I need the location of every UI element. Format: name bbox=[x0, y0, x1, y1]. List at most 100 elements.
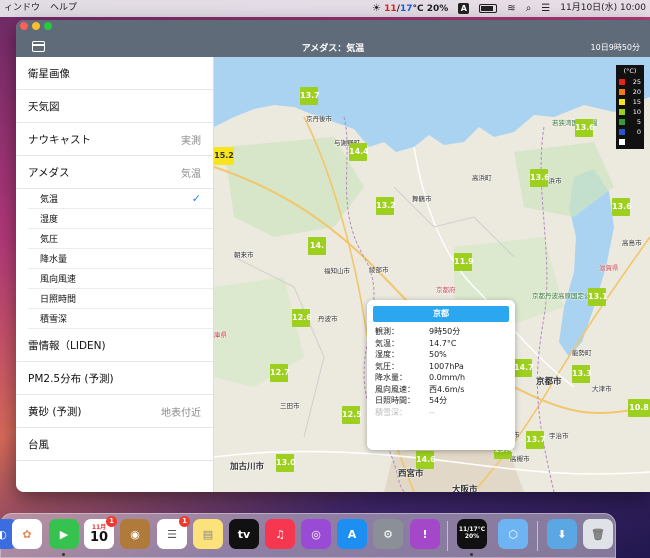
menu-window[interactable]: ィンドウ bbox=[4, 0, 40, 17]
temp-marker[interactable]: 14. bbox=[308, 237, 326, 255]
minimize-icon[interactable] bbox=[32, 22, 40, 30]
sub-item-label: 積雪深 bbox=[40, 315, 68, 325]
popup-key: 積雪深： bbox=[375, 407, 407, 417]
map-view[interactable]: 京丹後市 与謝野町 舞鶴市 若狭湾国定公園 高浜町 小浜市 朝来市 福知山市 綾… bbox=[214, 57, 650, 492]
legend-swatch bbox=[619, 139, 625, 145]
weather-icon: ☀ bbox=[372, 2, 381, 14]
facetime-icon[interactable]: ▶ bbox=[49, 519, 79, 549]
menu-bar: ィンドウ ヘルプ ☀ 11/17°C 20% A ≋ ⌕ ☰ 11月10日(水)… bbox=[0, 0, 650, 17]
temp-marker[interactable]: 15.2 bbox=[214, 147, 234, 165]
temp-marker[interactable]: 13.7 bbox=[300, 87, 320, 105]
temp-marker[interactable]: 13.7 bbox=[526, 431, 546, 449]
sidebar-item-weather-map[interactable]: 天気図 bbox=[16, 90, 213, 123]
place-label: 大津市 bbox=[592, 385, 612, 393]
sub-item-label: 湿度 bbox=[40, 215, 59, 225]
legend-entry bbox=[619, 137, 641, 147]
temp-marker[interactable]: 12.5 bbox=[342, 406, 362, 424]
sub-item-snow[interactable]: 積雪深 bbox=[28, 309, 213, 329]
temp-marker[interactable]: 13.2 bbox=[376, 197, 396, 215]
sub-item-humidity[interactable]: 湿度 bbox=[28, 209, 213, 229]
weather-high: 11 bbox=[384, 3, 397, 14]
temp-marker[interactable]: 13.3 bbox=[572, 365, 592, 383]
close-icon[interactable] bbox=[20, 22, 28, 30]
temp-marker[interactable]: 13.6 bbox=[575, 119, 595, 137]
legend-value: 5 bbox=[636, 118, 641, 126]
sub-item-temperature[interactable]: 気温 ✓ bbox=[28, 189, 213, 209]
popup-key: 日照時間： bbox=[375, 396, 415, 406]
temp-marker[interactable]: 14.7 bbox=[514, 359, 534, 377]
sidebar-item-amedas[interactable]: アメダス 気温 bbox=[16, 156, 213, 189]
legend-swatch bbox=[619, 79, 625, 85]
running-indicator bbox=[62, 553, 65, 556]
search-icon[interactable]: ⌕ bbox=[526, 0, 532, 17]
menu-help[interactable]: ヘルプ bbox=[50, 0, 77, 17]
zoom-icon[interactable] bbox=[44, 22, 52, 30]
sidebar-item-label: アメダス bbox=[28, 166, 70, 179]
place-label: 京丹後市 bbox=[306, 115, 332, 123]
sidebar-item-yellow-sand[interactable]: 黄砂 (予測) 地表付近 bbox=[16, 395, 213, 428]
sidebar-item-label: 黄砂 (予測) bbox=[28, 405, 82, 418]
feedback-icon[interactable]: ! bbox=[410, 519, 440, 549]
menubar-weather[interactable]: ☀ 11/17°C 20% bbox=[372, 0, 448, 18]
popup-key: 風向風速： bbox=[375, 384, 415, 394]
trash-icon[interactable]: 🗑 bbox=[583, 519, 613, 549]
temp-marker[interactable]: 10.8 bbox=[628, 399, 650, 417]
place-label: 福知山市 bbox=[324, 267, 350, 275]
appstore-icon[interactable]: A bbox=[337, 519, 367, 549]
sidebar-item-detail: 地表付近 bbox=[161, 407, 201, 419]
popup-key: 降水量： bbox=[375, 373, 407, 383]
sub-item-pressure[interactable]: 気圧 bbox=[28, 229, 213, 249]
control-center-icon[interactable]: ☰ bbox=[541, 0, 550, 17]
battery-icon[interactable] bbox=[479, 4, 498, 13]
running-indicator bbox=[470, 553, 473, 556]
system-preferences-icon[interactable]: ⚙ bbox=[373, 519, 403, 549]
airdrop-icon[interactable]: ⬡ bbox=[498, 519, 528, 549]
contacts-icon[interactable]: ◉ bbox=[120, 519, 150, 549]
place-label: 高島市 bbox=[622, 239, 642, 247]
legend-entry: 20 bbox=[619, 87, 641, 97]
temp-marker[interactable]: 13.6 bbox=[530, 169, 550, 187]
temp-marker[interactable]: 13.0 bbox=[276, 454, 296, 472]
temp-marker[interactable]: 11.9 bbox=[454, 253, 474, 271]
station-popup: 京都 観測： 9時50分 気温： 14.7°C 湿度： 50% 気圧： 1007hPa … bbox=[367, 300, 515, 450]
sidebar-item-nowcast[interactable]: ナウキャスト 実測 bbox=[16, 123, 213, 156]
temp-marker[interactable]: 14.4 bbox=[349, 143, 369, 161]
legend-entry: 25 bbox=[619, 77, 641, 87]
menubar-clock[interactable]: 11月10日(水) 10:00 bbox=[560, 0, 646, 17]
podcasts-icon[interactable]: ◎ bbox=[301, 519, 331, 549]
temp-marker[interactable]: 13.1 bbox=[588, 288, 608, 306]
temp-marker[interactable]: 13.6 bbox=[612, 198, 632, 216]
legend-swatch bbox=[619, 99, 625, 105]
sidebar-item-label: 台風 bbox=[28, 438, 49, 451]
calendar-icon[interactable]: 11月 10 1 bbox=[84, 516, 117, 549]
notes-icon[interactable]: ▤ bbox=[193, 519, 223, 549]
popup-value: 14.7°C bbox=[429, 338, 457, 348]
temp-marker[interactable]: 12.6 bbox=[292, 309, 312, 327]
temp-marker[interactable]: 12.7 bbox=[270, 364, 290, 382]
sidebar-item-pm25[interactable]: PM2.5分布 (予測) bbox=[16, 362, 213, 395]
downloads-icon[interactable]: ⬇ bbox=[547, 519, 577, 549]
sub-item-precipitation[interactable]: 降水量 bbox=[28, 249, 213, 269]
place-label: 京都府 bbox=[436, 286, 456, 294]
music-icon[interactable]: ♫ bbox=[265, 519, 295, 549]
appletv-icon[interactable]: tv bbox=[229, 519, 259, 549]
popup-value: 1007hPa bbox=[429, 361, 464, 371]
sidebar-item-lightning[interactable]: 雷情報（LIDEN) bbox=[16, 329, 213, 362]
photos-icon[interactable]: ✿ bbox=[12, 519, 42, 549]
weather-app-temp: 20% bbox=[464, 533, 480, 540]
calendar-day: 10 bbox=[89, 529, 109, 545]
wifi-icon[interactable]: ≋ bbox=[507, 0, 515, 17]
sidebar-item-typhoon[interactable]: 台風 bbox=[16, 428, 213, 461]
popup-title: 京都 bbox=[373, 306, 509, 322]
weather-app-icon[interactable]: 11/17°C 20% bbox=[457, 519, 487, 549]
temp-marker[interactable]: 14.6 bbox=[416, 451, 436, 469]
sidebar-item-satellite[interactable]: 衛星画像 bbox=[16, 57, 213, 90]
legend-value: 10 bbox=[632, 108, 641, 116]
legend-swatch bbox=[619, 119, 625, 125]
sub-item-wind[interactable]: 風向風速 bbox=[28, 269, 213, 289]
sidebar: 衛星画像 天気図 ナウキャスト 実測 アメダス 気温 気温 ✓ 湿度 気圧 降水… bbox=[16, 57, 214, 492]
input-source-icon[interactable]: A bbox=[458, 3, 470, 14]
sub-item-sunshine[interactable]: 日照時間 bbox=[28, 289, 213, 309]
reminders-icon[interactable]: ☰ 1 bbox=[157, 516, 190, 549]
reminders-badge: 1 bbox=[179, 516, 190, 527]
